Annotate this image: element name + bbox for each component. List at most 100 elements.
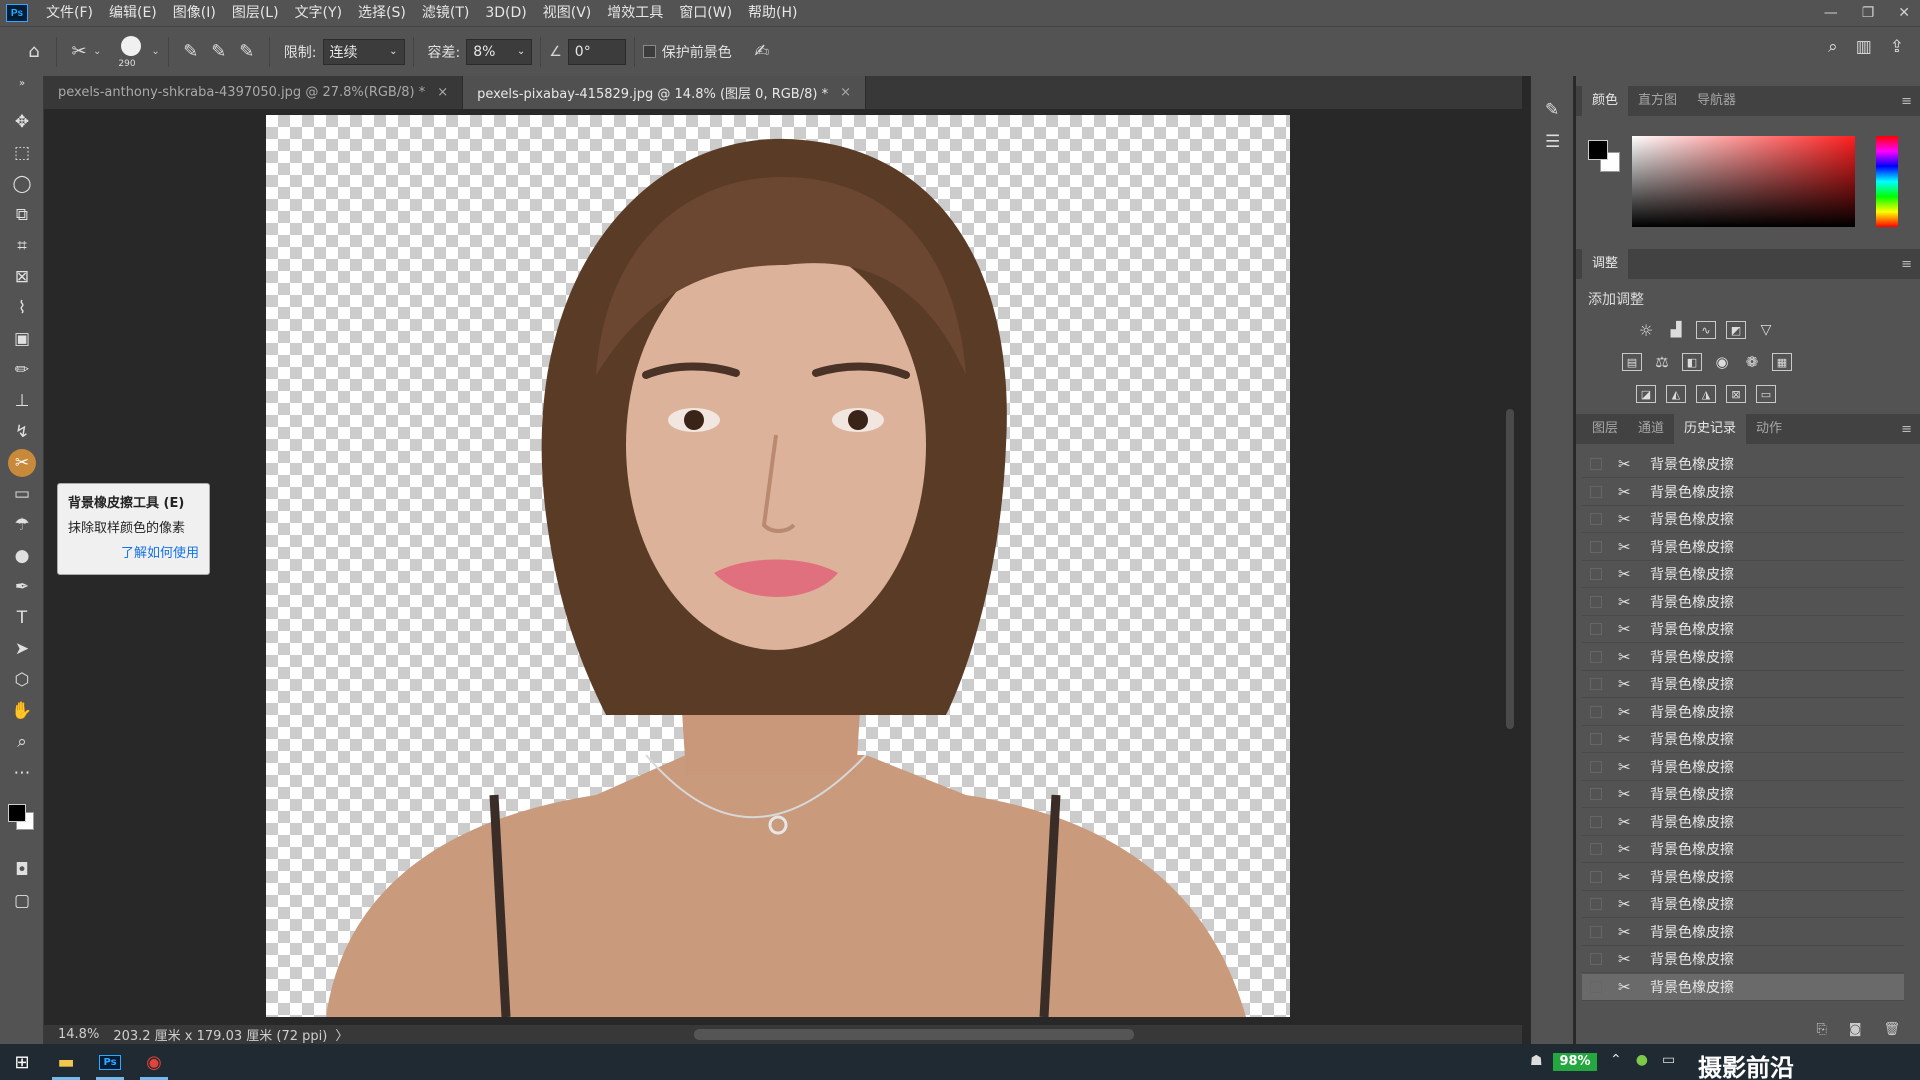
- curves-icon[interactable]: ∿: [1696, 321, 1716, 339]
- chrome-icon[interactable]: ◉: [132, 1044, 176, 1080]
- windows-start-icon[interactable]: ⊞: [0, 1044, 44, 1080]
- invert-icon[interactable]: ◪: [1636, 385, 1656, 403]
- path-select-tool-icon[interactable]: ➤: [8, 635, 36, 663]
- battery-indicator[interactable]: 98%: [1553, 1053, 1597, 1071]
- history-snapshot-checkbox[interactable]: [1590, 980, 1602, 993]
- history-snapshot-checkbox[interactable]: [1590, 458, 1602, 470]
- panel-menu-icon[interactable]: ≡: [1901, 257, 1912, 272]
- menu-file[interactable]: 文件(F): [38, 0, 101, 26]
- history-item[interactable]: ✂ 背景色橡皮擦: [1582, 946, 1904, 973]
- collapse-icon[interactable]: »: [8, 78, 36, 89]
- hand-tool-icon[interactable]: ✋: [8, 697, 36, 725]
- menu-view[interactable]: 视图(V): [535, 0, 600, 26]
- history-snapshot-checkbox[interactable]: [1590, 898, 1602, 910]
- pen-pressure-icon[interactable]: ✍: [748, 38, 776, 66]
- sampling-swatch-icon[interactable]: ✎: [233, 38, 261, 66]
- history-snapshot-checkbox[interactable]: [1590, 540, 1602, 553]
- quick-mask-icon[interactable]: ◘: [8, 856, 36, 884]
- minimize-icon[interactable]: —: [1824, 5, 1838, 21]
- history-item[interactable]: ✂ 背景色橡皮擦: [1582, 919, 1904, 946]
- chevron-up-icon[interactable]: ⌃: [1610, 1052, 1622, 1068]
- home-icon[interactable]: ⌂: [20, 38, 48, 66]
- hue-saturation-icon[interactable]: ▤: [1622, 353, 1642, 371]
- menu-select[interactable]: 选择(S): [350, 0, 414, 26]
- history-item[interactable]: ✂ 背景色橡皮擦: [1582, 781, 1904, 808]
- history-item[interactable]: ✂ 背景色橡皮擦: [1582, 479, 1904, 506]
- gradient-map-icon[interactable]: ▭: [1756, 385, 1776, 403]
- zoom-level[interactable]: 14.8%: [58, 1027, 99, 1042]
- battery-icon[interactable]: ▭: [1662, 1052, 1675, 1068]
- tab-adjustments[interactable]: 调整: [1582, 249, 1629, 279]
- dodge-tool-icon[interactable]: ●: [8, 542, 36, 570]
- limit-select[interactable]: 连续 ⌄: [322, 38, 405, 65]
- healing-brush-tool-icon[interactable]: ▣: [8, 325, 36, 353]
- history-snapshot-checkbox[interactable]: [1590, 650, 1602, 663]
- restore-icon[interactable]: ❐: [1862, 5, 1875, 21]
- history-snapshot-checkbox[interactable]: [1590, 678, 1602, 690]
- object-select-tool-icon[interactable]: ⧉: [8, 201, 36, 229]
- history-item[interactable]: ✂ 背景色橡皮擦: [1582, 726, 1904, 753]
- brightness-icon[interactable]: ☼: [1636, 321, 1656, 340]
- menu-layer[interactable]: 图层(L): [224, 0, 287, 26]
- marquee-tool-icon[interactable]: ⬚: [8, 139, 36, 167]
- history-item[interactable]: ✂ 背景色橡皮擦: [1582, 589, 1904, 616]
- crop-tool-icon[interactable]: ⌗: [8, 232, 36, 260]
- panel-menu-icon[interactable]: ≡: [1901, 422, 1912, 437]
- history-item[interactable]: ✂ 背景色橡皮擦: [1582, 451, 1904, 478]
- brush-settings-icon[interactable]: ✎: [1545, 100, 1559, 120]
- menu-edit[interactable]: 编辑(E): [101, 0, 165, 26]
- history-item[interactable]: ✂ 背景色橡皮擦: [1582, 561, 1904, 588]
- more-tools-icon[interactable]: ⋯: [8, 759, 36, 787]
- panel-menu-icon[interactable]: ≡: [1901, 94, 1912, 109]
- channel-mixer-icon[interactable]: ❁: [1742, 353, 1762, 371]
- gradient-tool-icon[interactable]: ▭: [8, 480, 36, 508]
- history-item[interactable]: ✂ 背景色橡皮擦: [1582, 891, 1904, 918]
- search-icon[interactable]: ⌕: [1828, 37, 1838, 57]
- menu-help[interactable]: 帮助(H): [740, 0, 805, 26]
- close-icon[interactable]: ✕: [1898, 5, 1910, 21]
- history-item[interactable]: ✂ 背景色橡皮擦: [1582, 973, 1904, 1001]
- close-icon[interactable]: ×: [840, 85, 851, 100]
- menu-window[interactable]: 窗口(W): [671, 0, 740, 26]
- canvas-area[interactable]: [44, 109, 1522, 1025]
- eyedropper-tool-icon[interactable]: ⌇: [8, 294, 36, 322]
- close-icon[interactable]: ×: [437, 85, 448, 100]
- menu-filter[interactable]: 滤镜(T): [414, 0, 477, 26]
- history-snapshot-checkbox[interactable]: [1590, 843, 1602, 855]
- exposure-icon[interactable]: ◩: [1726, 321, 1746, 339]
- app-tray-icon[interactable]: ●: [1636, 1052, 1648, 1068]
- tab-document-2[interactable]: pexels-pixabay-415829.jpg @ 14.8% (图层 0,…: [463, 76, 866, 109]
- share-icon[interactable]: ⇪: [1890, 37, 1904, 57]
- photo-filter-icon[interactable]: ◉: [1712, 353, 1732, 371]
- tolerance-input[interactable]: 8% ⌄: [466, 38, 533, 65]
- vibrance-icon[interactable]: ▽: [1756, 321, 1776, 339]
- type-tool-icon[interactable]: T: [8, 604, 36, 632]
- menu-type[interactable]: 文字(Y): [287, 0, 350, 26]
- tab-histogram[interactable]: 直方图: [1628, 86, 1687, 116]
- history-snapshot-checkbox[interactable]: [1590, 623, 1602, 635]
- history-snapshot-checkbox[interactable]: [1590, 513, 1602, 525]
- photoshop-taskbar-icon[interactable]: Ps: [88, 1044, 132, 1080]
- move-tool-icon[interactable]: ✥: [8, 108, 36, 136]
- brush-tool-icon[interactable]: ✏: [8, 356, 36, 384]
- menu-plugins[interactable]: 增效工具: [599, 0, 671, 26]
- history-snapshot-checkbox[interactable]: [1590, 870, 1602, 883]
- screen-mode-icon[interactable]: ▢: [8, 887, 36, 915]
- history-item[interactable]: ✂ 背景色橡皮擦: [1582, 699, 1904, 726]
- color-swatches[interactable]: [1588, 140, 1622, 174]
- tab-navigator[interactable]: 导航器: [1687, 86, 1746, 116]
- tray-icon[interactable]: ☗: [1530, 1053, 1543, 1069]
- menu-3d[interactable]: 3D(D): [477, 0, 534, 26]
- file-explorer-icon[interactable]: ▬: [44, 1044, 88, 1080]
- sampling-continuous-icon[interactable]: ✎: [177, 38, 205, 66]
- foreground-color-swatch[interactable]: [1588, 140, 1608, 160]
- chevron-right-icon[interactable]: 〉: [335, 1025, 348, 1044]
- trash-icon[interactable]: 🗑: [1883, 1022, 1900, 1037]
- tab-color[interactable]: 颜色: [1582, 86, 1629, 116]
- lasso-tool-icon[interactable]: ◯: [8, 170, 36, 198]
- posterize-icon[interactable]: ◭: [1666, 385, 1686, 403]
- history-item[interactable]: ✂ 背景色橡皮擦: [1582, 644, 1904, 671]
- snapshot-icon[interactable]: ◙: [1849, 1022, 1862, 1037]
- tool-preset-icon[interactable]: ✂: [65, 38, 93, 66]
- history-item[interactable]: ✂ 背景色橡皮擦: [1582, 809, 1904, 836]
